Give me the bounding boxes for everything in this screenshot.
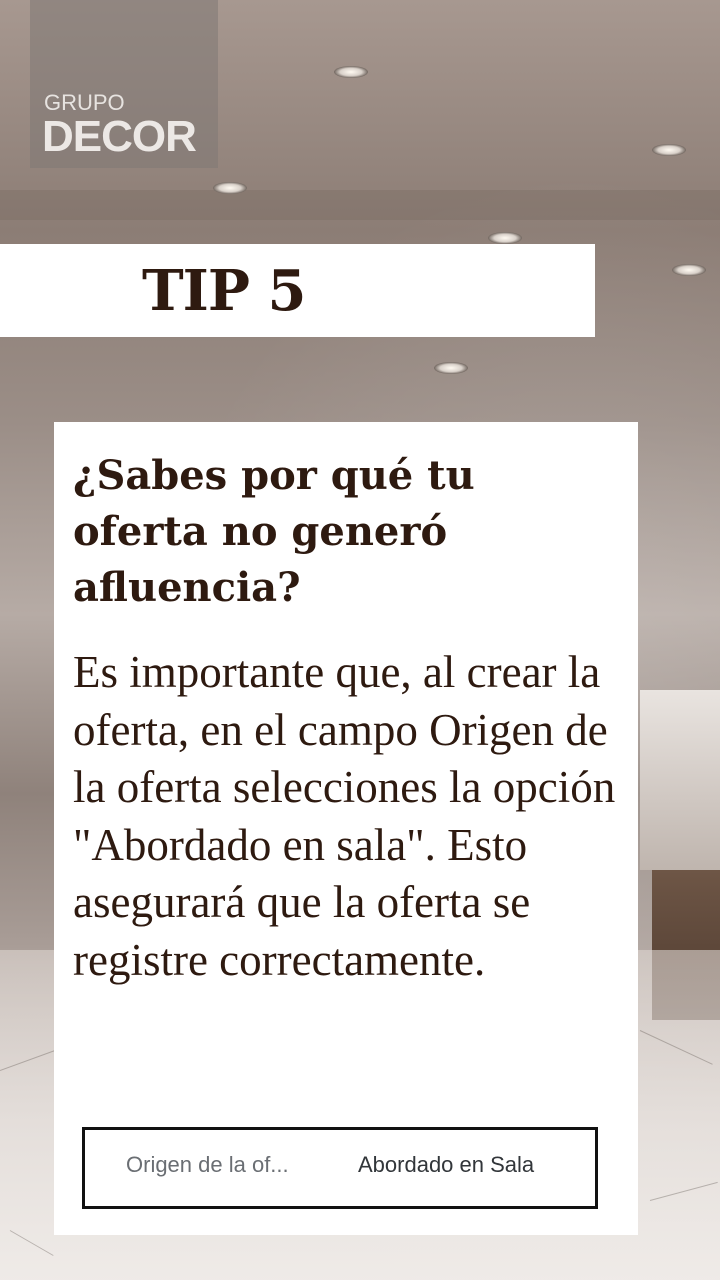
ceiling-light bbox=[434, 362, 468, 374]
ceiling-light bbox=[652, 144, 686, 156]
ceiling-light bbox=[213, 182, 247, 194]
card-title: ¿Sabes por qué tu oferta no generó aflue… bbox=[73, 452, 475, 611]
ceiling-light bbox=[672, 264, 706, 276]
ceiling-light bbox=[488, 232, 522, 244]
marble-vein bbox=[649, 1181, 718, 1201]
marble-vein bbox=[0, 1049, 57, 1071]
origin-field-example: Origen de la of... Abordado en Sala bbox=[82, 1127, 598, 1209]
tip-label: TIP 5 bbox=[142, 258, 306, 324]
ceiling-band bbox=[0, 190, 720, 220]
logo-main-text: DECOR bbox=[42, 112, 197, 161]
ceiling-light bbox=[334, 66, 368, 78]
tip-card: ¿Sabes por qué tu oferta no generó aflue… bbox=[54, 422, 638, 1235]
card-body-text: Es importante que, al crear la oferta, e… bbox=[73, 647, 616, 985]
field-value: Abordado en Sala bbox=[358, 1152, 535, 1177]
marble-vein bbox=[639, 1030, 713, 1065]
field-label: Origen de la of... bbox=[126, 1152, 289, 1177]
background-wall bbox=[640, 690, 720, 870]
marble-vein bbox=[9, 1230, 54, 1256]
grupo-decor-logo: GRUPO DECOR bbox=[30, 0, 218, 168]
tip-banner: TIP 5 bbox=[0, 244, 595, 337]
